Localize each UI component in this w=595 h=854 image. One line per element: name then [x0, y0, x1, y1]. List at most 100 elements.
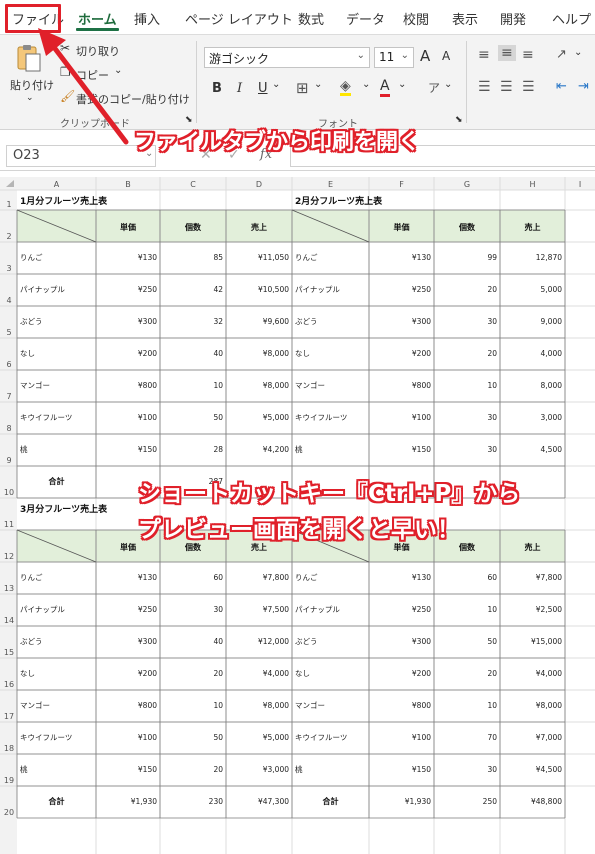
numeric-cell: ¥150: [412, 445, 431, 454]
numeric-cell: 30: [487, 413, 497, 422]
fruit-name-cell: なし: [20, 669, 35, 678]
numeric-cell: ¥10,500: [258, 285, 289, 294]
fruit-name-cell: キウイフルーツ: [295, 413, 347, 422]
numeric-cell: ¥200: [412, 669, 431, 678]
fruit-name-cell: パイナップル: [20, 605, 65, 614]
row-header: 18: [4, 744, 14, 753]
row-header: 2: [6, 232, 11, 241]
ribbon-separator: [196, 41, 197, 123]
numeric-cell: 3,000: [541, 413, 563, 422]
fruit-name-cell: ぶどう: [295, 637, 318, 646]
bold-button[interactable]: B: [212, 81, 222, 96]
total-value-cell: ¥47,300: [258, 797, 289, 806]
table-column-header: 単価: [394, 222, 410, 232]
numeric-cell: ¥800: [138, 381, 157, 390]
font-color-button[interactable]: A: [380, 79, 390, 97]
font-name-select[interactable]: 游ゴシック ⌄: [204, 47, 370, 68]
total-value-cell: 250: [483, 797, 498, 806]
numeric-cell: 50: [213, 733, 223, 742]
numeric-cell: ¥130: [412, 573, 431, 582]
fruit-name-cell: ぶどう: [295, 317, 318, 326]
copy-button[interactable]: ❐ コピー ⌄: [60, 65, 140, 83]
fruit-name-cell: マンゴー: [295, 380, 325, 390]
fruit-name-cell: マンゴー: [295, 700, 325, 710]
tab-developer[interactable]: 開発: [500, 9, 526, 28]
dialog-launcher-icon[interactable]: ⬊: [455, 115, 463, 125]
numeric-cell: ¥200: [138, 349, 157, 358]
fruit-name-cell: パイナップル: [295, 285, 340, 294]
border-icon[interactable]: ⊞: [296, 79, 309, 97]
chevron-down-icon: ⌄: [362, 79, 371, 90]
align-top-icon[interactable]: ≡: [478, 47, 490, 63]
numeric-cell: ¥800: [412, 701, 431, 710]
numeric-cell: ¥4,000: [536, 669, 562, 678]
file-tab-highlight: [5, 4, 61, 33]
underline-button[interactable]: U: [258, 81, 268, 96]
numeric-cell: 50: [487, 637, 497, 646]
format-painter-button[interactable]: 🖌 書式のコピー/貼り付け: [60, 89, 190, 107]
tab-data[interactable]: データ: [346, 9, 385, 28]
row-header: 4: [6, 296, 11, 305]
fruit-name-cell: パイナップル: [20, 285, 65, 294]
tab-page-layout[interactable]: ページ レイアウト: [185, 9, 293, 28]
italic-button[interactable]: I: [237, 81, 242, 96]
annotation-open-print: ファイルタブから印刷を開く: [134, 130, 421, 155]
column-header: G: [464, 180, 470, 189]
numeric-cell: 60: [213, 573, 223, 582]
align-middle-icon[interactable]: ≡: [498, 45, 516, 61]
fruit-name-cell: パイナップル: [295, 605, 340, 614]
annotation-shortcut: ショートカットキー『Ctrl+P』から プレビュー画面を開くと早い！: [138, 476, 520, 548]
brush-icon: 🖌: [60, 89, 76, 103]
fill-color-icon[interactable]: ◈: [340, 79, 351, 96]
fruit-name-cell: キウイフルーツ: [20, 413, 72, 422]
column-header: H: [529, 180, 535, 189]
row-header: 10: [4, 488, 14, 497]
decrease-indent-icon[interactable]: ⇤: [556, 79, 567, 94]
total-value-cell: 230: [209, 797, 224, 806]
numeric-cell: ¥8,000: [263, 381, 289, 390]
numeric-cell: ¥130: [412, 253, 431, 262]
copy-label: コピー: [76, 69, 109, 82]
chevron-down-icon: ⌄: [444, 79, 453, 90]
numeric-cell: 10: [487, 701, 497, 710]
fruit-name-cell: なし: [295, 349, 310, 358]
paste-button[interactable]: 貼り付け ⌄: [8, 41, 54, 103]
numeric-cell: 60: [487, 573, 497, 582]
increase-indent-icon[interactable]: ⇥: [578, 79, 589, 94]
numeric-cell: 40: [213, 349, 223, 358]
align-center-icon[interactable]: ☰: [500, 79, 513, 95]
column-header: A: [54, 180, 60, 189]
font-size-select[interactable]: 11 ⌄: [374, 47, 414, 68]
numeric-cell: ¥15,000: [531, 637, 562, 646]
tab-insert[interactable]: 挿入: [134, 9, 160, 28]
fruit-name-cell: なし: [295, 669, 310, 678]
cut-button[interactable]: ✂ 切り取り: [60, 41, 140, 59]
table-column-header: 個数: [184, 222, 202, 232]
tab-help[interactable]: ヘルプ: [552, 9, 591, 28]
paste-label: 貼り付け: [10, 79, 54, 92]
align-left-icon[interactable]: ☰: [478, 79, 491, 95]
scissors-icon: ✂: [60, 41, 71, 55]
column-header: B: [125, 180, 131, 189]
table-column-header: 売上: [251, 222, 267, 232]
align-bottom-icon[interactable]: ≡: [522, 47, 534, 63]
orientation-icon[interactable]: ↗: [556, 47, 567, 62]
fruit-name-cell: キウイフルーツ: [20, 733, 72, 742]
fruit-name-cell: 桃: [295, 444, 303, 454]
tab-review[interactable]: 校閲: [403, 9, 429, 28]
numeric-cell: 40: [213, 637, 223, 646]
tab-view[interactable]: 表示: [452, 9, 478, 28]
numeric-cell: ¥800: [138, 701, 157, 710]
phonetic-icon[interactable]: ア: [428, 79, 440, 96]
numeric-cell: 12,870: [536, 253, 562, 262]
column-header: C: [190, 180, 196, 189]
ribbon-home: 貼り付け ⌄ ✂ 切り取り ❐ コピー ⌄ 🖌 書式のコピー/貼り付け クリップ…: [0, 34, 595, 130]
tab-formulas[interactable]: 数式: [298, 9, 324, 28]
align-right-icon[interactable]: ☰: [522, 79, 535, 95]
tab-home[interactable]: ホーム: [76, 9, 119, 31]
grow-font-button[interactable]: A: [420, 47, 430, 65]
numeric-cell: 4,000: [541, 349, 563, 358]
numeric-cell: ¥100: [412, 413, 431, 422]
numeric-cell: 5,000: [541, 285, 563, 294]
shrink-font-button[interactable]: A: [442, 49, 450, 63]
